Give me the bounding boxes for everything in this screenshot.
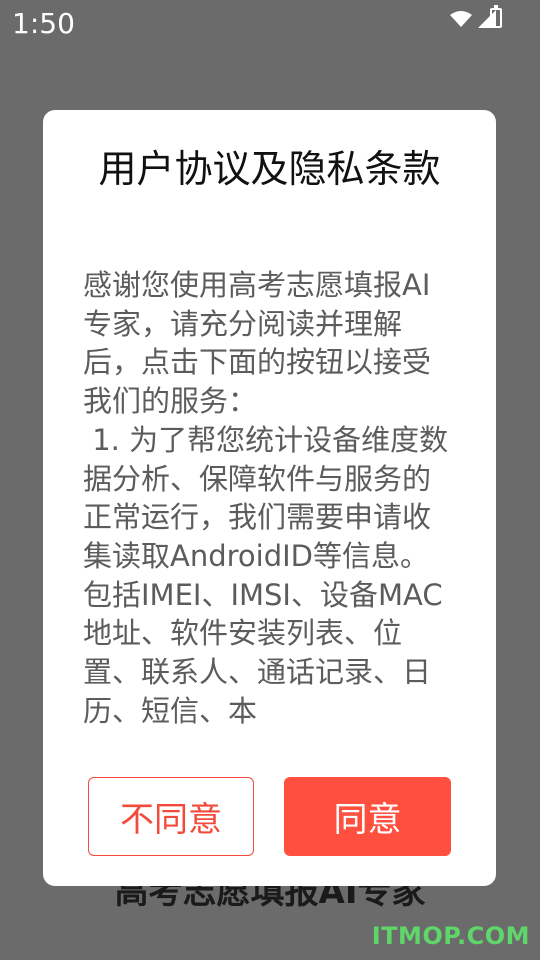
status-bar: 1:50 (0, 0, 540, 48)
disagree-button[interactable]: 不同意 (88, 777, 254, 856)
battery-icon (490, 5, 502, 28)
agreement-text-scroll[interactable]: 感谢您使用高考志愿填报AI专家，请充分阅读并理解后，点击下面的按钮以接受我们的服… (83, 266, 456, 746)
status-time: 1:50 (12, 7, 75, 40)
privacy-agreement-dialog: 用户协议及隐私条款 感谢您使用高考志愿填报AI专家，请充分阅读并理解后，点击下面… (43, 110, 496, 886)
agree-button[interactable]: 同意 (284, 777, 451, 856)
watermark: ITMOP.COM (371, 922, 530, 950)
dialog-title: 用户协议及隐私条款 (98, 147, 441, 191)
wifi-icon (450, 11, 472, 27)
